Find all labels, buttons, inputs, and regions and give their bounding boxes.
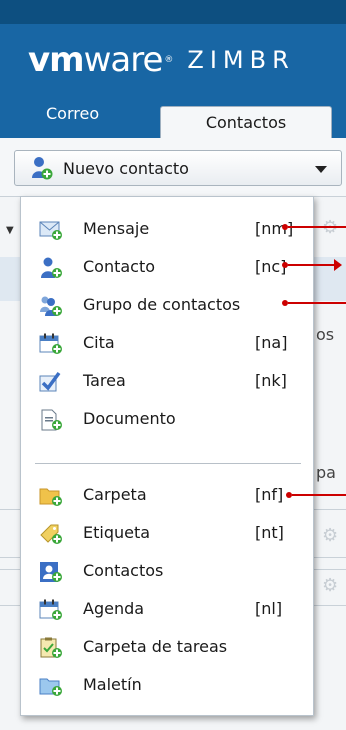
callout-line	[292, 494, 346, 496]
folder-icon	[39, 488, 62, 506]
menu-item-label: Grupo de contactos	[83, 295, 241, 314]
envelope-icon	[39, 221, 62, 240]
app-tab-bar: Correo Contactos	[0, 96, 346, 138]
task-folder-icon	[40, 637, 62, 658]
logo-ware: ware	[83, 40, 164, 80]
menu-item-contact-group[interactable]: Grupo de contactos	[21, 289, 313, 323]
menu-item-contact[interactable]: Contacto [nc]	[21, 251, 313, 285]
toolbar: Nuevo contacto	[0, 138, 346, 196]
menu-item-label: Contactos	[83, 561, 164, 580]
callout-line	[288, 226, 346, 228]
menu-item-document[interactable]: Documento	[21, 403, 313, 437]
menu-item-task[interactable]: Tarea [nk]	[21, 365, 313, 399]
background-text-fragment: os	[316, 325, 335, 344]
contact-icon	[41, 257, 62, 278]
calendar-icon	[39, 333, 62, 354]
menu-item-shortcut: [nf]	[255, 485, 284, 504]
menu-item-label: Mensaje	[83, 219, 150, 238]
chevron-down-icon[interactable]	[315, 166, 327, 173]
address-book-icon	[40, 562, 62, 582]
menu-item-label: Documento	[83, 409, 176, 428]
contact-add-icon	[32, 157, 53, 180]
menu-item-calendar[interactable]: Agenda [nl]	[21, 593, 313, 627]
tag-icon	[40, 524, 62, 544]
menu-item-label: Tarea	[83, 371, 126, 390]
menu-item-message[interactable]: Mensaje [nm]	[21, 213, 313, 247]
menu-item-label: Maletín	[83, 675, 142, 694]
menu-item-label: Agenda	[83, 599, 145, 618]
callout-arrow	[288, 259, 342, 271]
new-button-label: Nuevo contacto	[63, 158, 189, 178]
logo-vm: vm	[28, 40, 85, 80]
menu-item-appointment[interactable]: Cita [na]	[21, 327, 313, 361]
menu-item-label: Carpeta de tareas	[83, 637, 228, 656]
tab-contacts[interactable]: Contactos	[160, 106, 332, 138]
menu-item-label: Cita	[83, 333, 115, 352]
menu-item-tag[interactable]: Etiqueta [nt]	[21, 517, 313, 551]
new-contact-button[interactable]: Nuevo contacto	[14, 150, 342, 186]
menu-item-shortcut: [nk]	[255, 371, 287, 390]
tab-mail[interactable]: Correo	[46, 104, 99, 134]
menu-item-label: Contacto	[83, 257, 156, 276]
task-icon	[39, 371, 61, 392]
logo-product-name: ZIMBR	[187, 46, 295, 74]
top-strip	[0, 0, 346, 24]
gear-icon: ⚙	[322, 575, 339, 596]
menu-item-label: Etiqueta	[83, 523, 151, 542]
menu-item-task-folder[interactable]: Carpeta de tareas	[21, 631, 313, 665]
app-header: vm ware ® ZIMBR	[0, 24, 346, 96]
menu-separator	[35, 463, 301, 464]
briefcase-icon	[39, 678, 62, 696]
tree-expand-icon: ▼	[6, 225, 14, 236]
menu-item-shortcut: [nl]	[255, 599, 283, 618]
menu-item-shortcut: [nt]	[255, 523, 284, 542]
menu-item-shortcut: [na]	[255, 333, 288, 352]
new-item-dropdown-menu: Mensaje [nm] Contacto [nc] Grupo de cont…	[20, 196, 314, 716]
menu-item-folder[interactable]: Carpeta [nf]	[21, 479, 313, 513]
menu-item-label: Carpeta	[83, 485, 147, 504]
logo-registered-mark: ®	[164, 55, 174, 65]
menu-item-address-book[interactable]: Contactos	[21, 555, 313, 589]
gear-icon: ⚙	[322, 525, 339, 546]
agenda-icon	[39, 599, 62, 620]
contact-group-icon	[40, 296, 62, 316]
document-icon	[41, 409, 62, 431]
menu-item-briefcase[interactable]: Maletín	[21, 669, 313, 703]
callout-line	[288, 302, 346, 304]
background-text-fragment: pa	[316, 463, 336, 482]
